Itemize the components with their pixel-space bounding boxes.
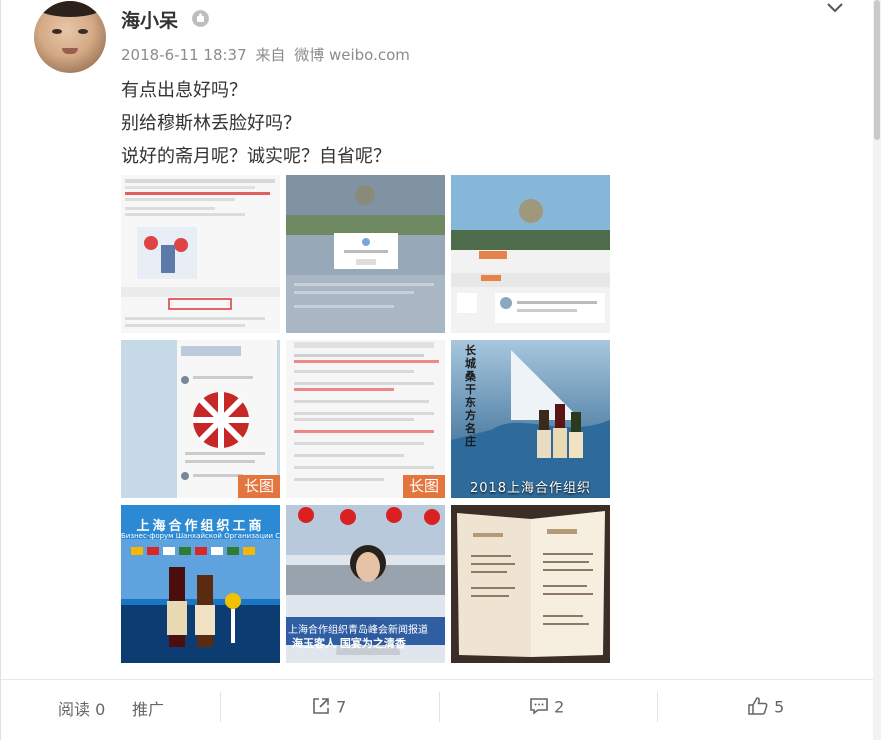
long-image-badge: 长图 <box>403 475 445 498</box>
news-banner-line-2: 海玉客人 国宴为之清香 <box>292 637 406 650</box>
share-count: 7 <box>336 697 347 717</box>
avatar-eye-right <box>78 29 88 34</box>
image-thumb-9[interactable] <box>451 505 610 663</box>
scrollbar[interactable] <box>873 0 881 740</box>
author-name[interactable]: 海小呆 <box>121 6 178 33</box>
image-thumb-3[interactable] <box>451 175 610 333</box>
post-source[interactable]: 微博 weibo.com <box>294 46 410 64</box>
read-number: 0 <box>95 700 106 719</box>
comment-button[interactable]: 2 <box>529 696 564 720</box>
image-thumb-8[interactable]: 上海合作组织青岛峰会新闻报道 海玉客人 国宴为之清香 <box>286 505 445 663</box>
scrollbar-thumb[interactable] <box>874 0 880 140</box>
image-thumb-5[interactable]: 长图 <box>286 340 445 498</box>
weibo-post-card: 海小呆 2018-6-11 18:37 来自 微博 weibo.com 有点出息… <box>0 0 875 740</box>
verified-badge-icon[interactable] <box>192 10 209 27</box>
banner-subtitle: Бизнес-форум Шанхайской Организации Сотр… <box>121 532 280 540</box>
share-icon <box>311 696 331 720</box>
post-text-line-2: 别给穆斯林丢脸好吗？ <box>121 113 301 134</box>
divider <box>657 692 658 722</box>
avatar-eye-left <box>52 29 62 34</box>
avatar-mouth <box>62 48 78 54</box>
post-source-prefix: 来自 <box>255 46 286 64</box>
image-thumb-1[interactable] <box>121 175 280 333</box>
wine-brand-vertical-text: 长城桑干 东方名庄 <box>465 344 476 448</box>
share-button[interactable]: 7 <box>311 696 346 720</box>
thumbs-up-icon <box>747 696 769 720</box>
chevron-down-icon[interactable] <box>827 0 843 13</box>
avatar-hair <box>34 1 106 17</box>
divider <box>439 692 440 722</box>
promote-button[interactable]: 推广 <box>132 696 164 720</box>
image-thumb-7[interactable]: 上海合作组织工商 Бизнес-форум Шанхайской Организ… <box>121 505 280 663</box>
image-caption: 2018上海合作组织 <box>469 481 592 496</box>
image-thumb-4[interactable]: 长图 <box>121 340 280 498</box>
news-banner-line-1: 上海合作组织青岛峰会新闻报道 <box>288 625 428 636</box>
post-text-line-1: 有点出息好吗？ <box>121 80 247 101</box>
image-thumb-2[interactable] <box>286 175 445 333</box>
post-meta: 2018-6-11 18:37 来自 微博 weibo.com <box>121 44 414 65</box>
comment-count: 2 <box>554 697 565 717</box>
post-timestamp[interactable]: 2018-6-11 18:37 <box>121 46 247 64</box>
read-label: 阅读 <box>58 700 91 719</box>
post-text-line-3: 说好的斋月呢？诚实呢？自省呢？ <box>121 146 391 167</box>
read-count: 阅读 0 <box>58 696 105 720</box>
comment-icon <box>529 696 549 720</box>
image-thumb-6[interactable]: 长城桑干 东方名庄 2018上海合作组织 <box>451 340 610 498</box>
like-button[interactable]: 5 <box>747 696 784 720</box>
author-avatar[interactable] <box>34 1 106 73</box>
divider <box>220 692 221 722</box>
like-count: 5 <box>774 697 785 717</box>
post-action-bar: 阅读 0 推广 7 2 5 <box>1 679 874 737</box>
long-image-badge: 长图 <box>238 475 280 498</box>
